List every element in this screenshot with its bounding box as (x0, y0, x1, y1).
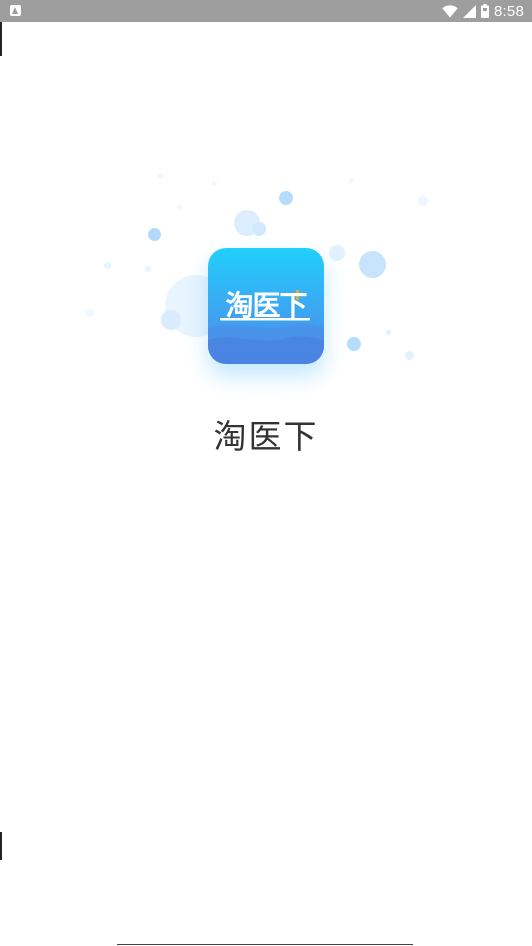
bubble (349, 178, 354, 183)
logo-wordmark: 淘医下 (225, 289, 307, 322)
bubble (148, 228, 161, 241)
cell-signal-icon (463, 4, 476, 18)
bubble (279, 191, 293, 205)
status-time: 8:58 (494, 2, 524, 20)
status-icons: 8:58 (442, 0, 524, 22)
bubble (104, 262, 111, 269)
bubble (347, 337, 361, 351)
app-name-title: 淘医下 (213, 417, 319, 456)
bubble (386, 330, 391, 335)
bubble (418, 196, 428, 206)
bubble (329, 245, 345, 261)
bubble (212, 181, 217, 186)
edge-marker-bottom (0, 832, 2, 860)
bubble (252, 222, 266, 236)
bubble (177, 204, 182, 209)
bubble (359, 251, 386, 278)
bottom-divider (117, 944, 413, 945)
bubble (158, 173, 164, 179)
app-logo-icon: 淘医下 (208, 248, 324, 364)
battery-icon (481, 4, 489, 18)
wifi-icon (442, 4, 458, 17)
bubble (86, 309, 94, 317)
status-bar: 8:58 (0, 0, 532, 22)
bubble (145, 266, 151, 272)
edge-marker-top (0, 22, 2, 56)
notification-icon (10, 5, 21, 16)
bubble (405, 351, 414, 360)
bubble (161, 310, 181, 330)
